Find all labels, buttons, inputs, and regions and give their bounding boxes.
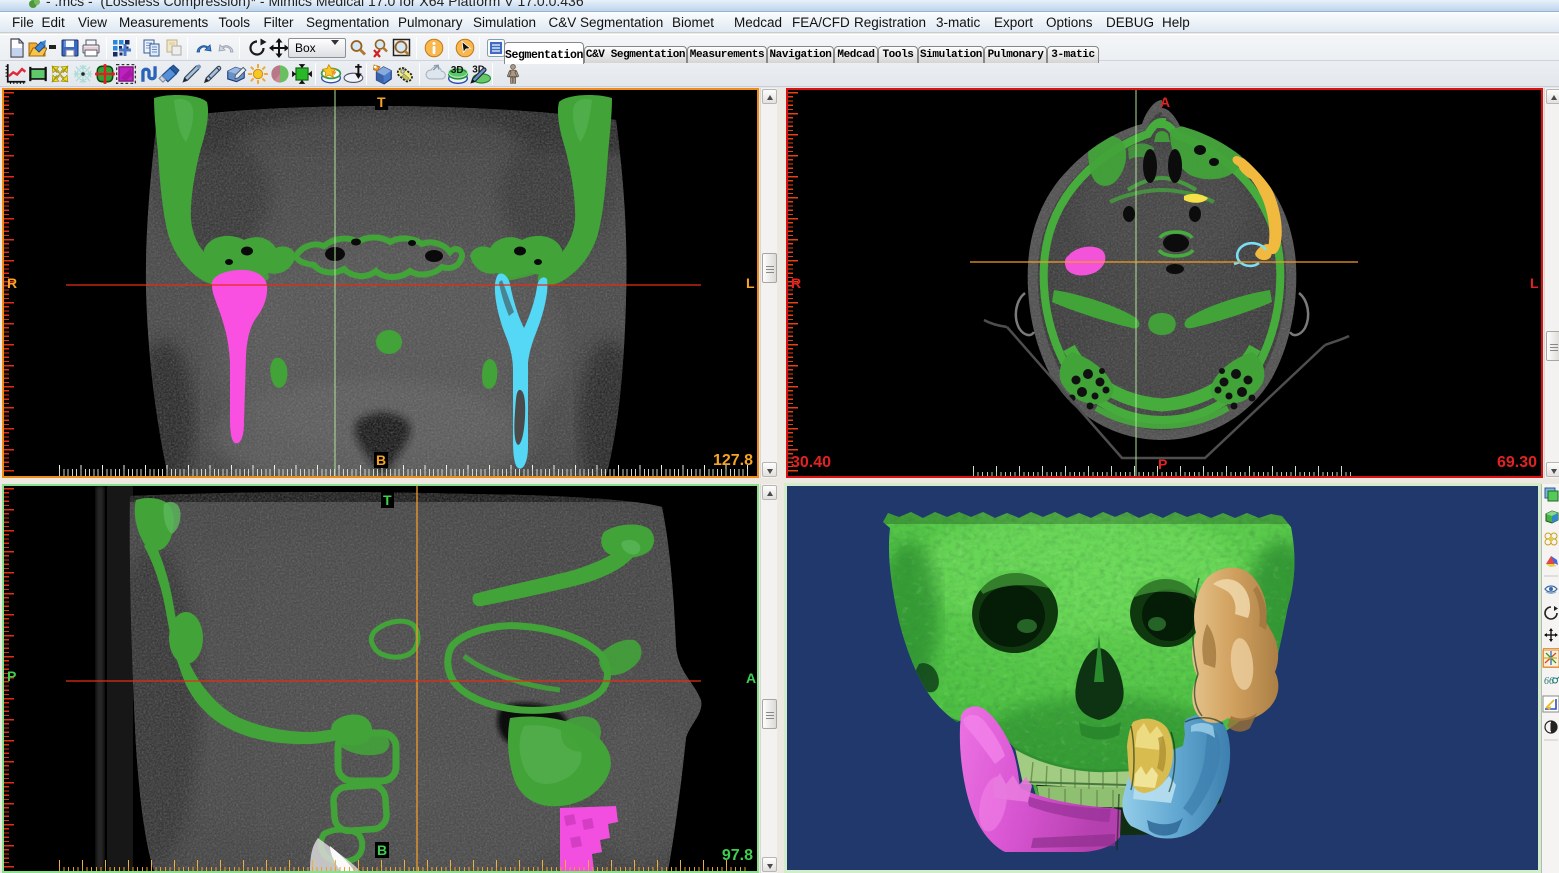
svg-text:3D: 3D: [451, 65, 464, 76]
